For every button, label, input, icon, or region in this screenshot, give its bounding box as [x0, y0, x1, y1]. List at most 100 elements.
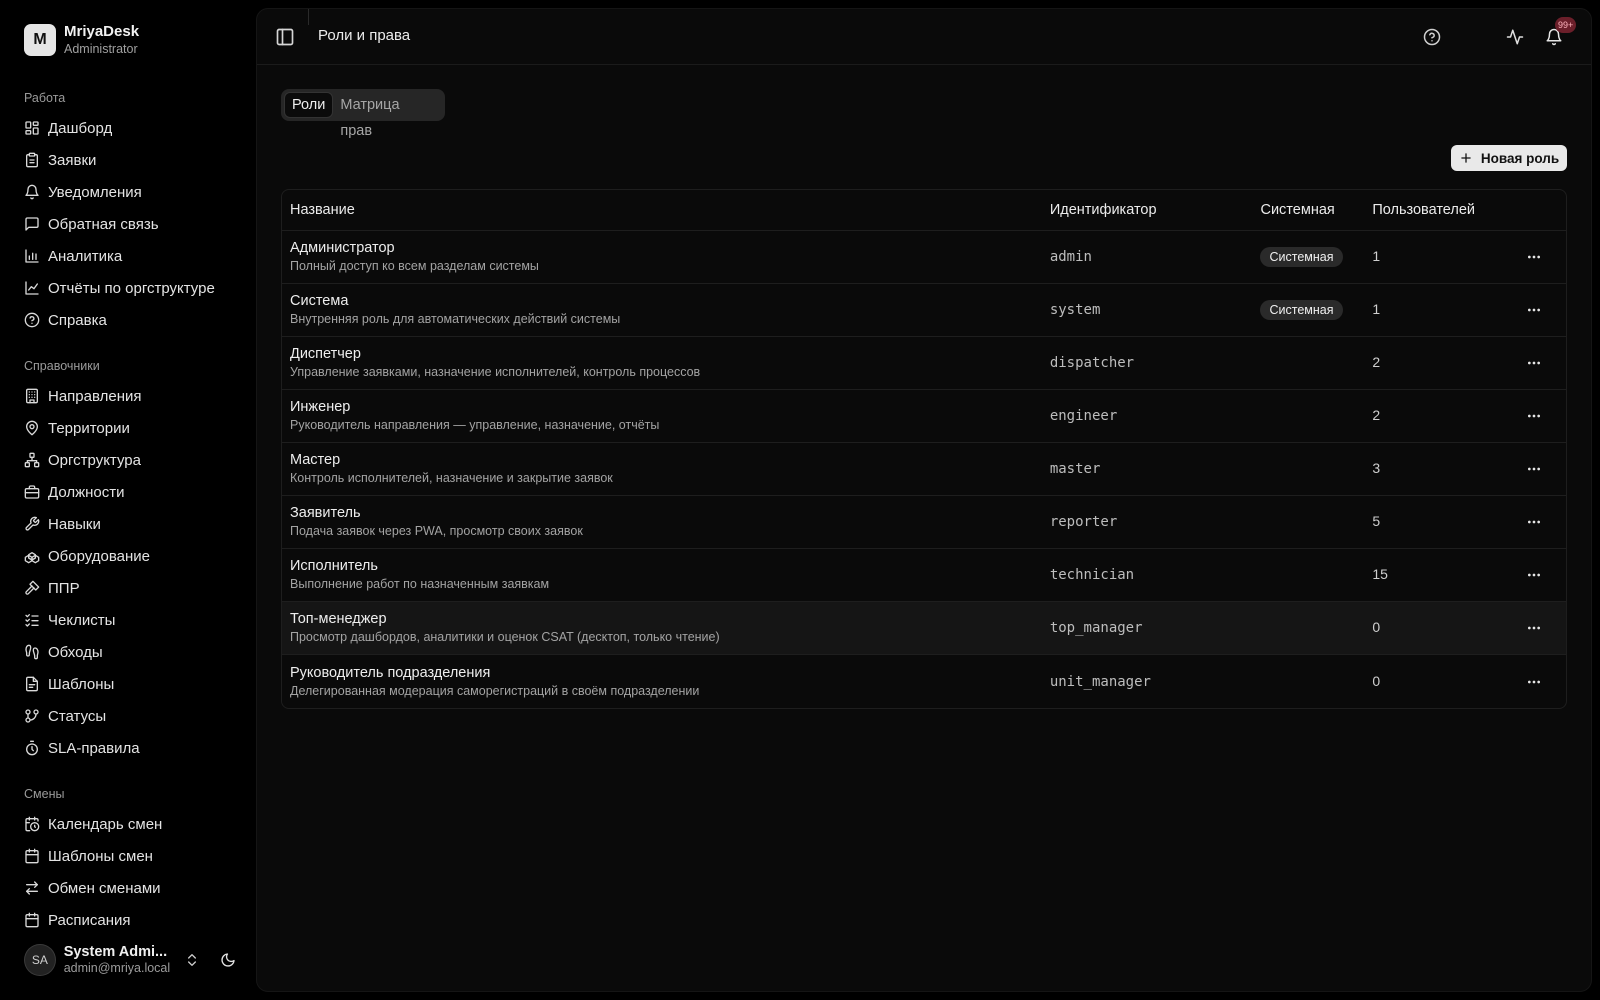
plus-icon: [1461, 153, 1471, 163]
sidebar-item-label: Должности: [48, 483, 125, 501]
table-row[interactable]: Диспетчер Управление заявками, назначение…: [282, 337, 1566, 390]
row-actions-button[interactable]: [1520, 561, 1548, 589]
sidebar-item-file-template[interactable]: Шаблоны: [0, 668, 256, 700]
swap-icon: [26, 881, 38, 895]
sidebar-item-label: Чеклисты: [48, 611, 116, 629]
role-users-cell: 1: [1372, 248, 1502, 266]
sidebar-item-git-branch[interactable]: Статусы: [0, 700, 256, 732]
message-icon: [25, 217, 39, 231]
table-row[interactable]: Инженер Руководитель направления — управл…: [282, 390, 1566, 443]
sidebar-item-line-chart[interactable]: Отчёты по оргструктуре: [0, 272, 256, 304]
sidebar-item-calendar-clock[interactable]: Календарь смен: [0, 808, 256, 840]
notifications-button[interactable]: 99+: [1542, 17, 1577, 49]
row-actions-button[interactable]: [1520, 668, 1548, 696]
role-identifier: engineer: [1049, 408, 1118, 424]
role-actions-cell: [1502, 455, 1566, 483]
role-users-cell: 0: [1372, 673, 1502, 691]
row-actions-button[interactable]: [1520, 455, 1548, 483]
role-identifier-cell: admin: [1050, 248, 1261, 266]
table-row[interactable]: Мастер Контроль исполнителей, назначение …: [282, 443, 1566, 496]
user-info: System Admi... admin@mriya.local: [64, 944, 175, 975]
panel-left-icon: [276, 28, 294, 46]
sidebar-item-cubes[interactable]: Оборудование: [0, 540, 256, 572]
sidebar-item-label: Статусы: [48, 707, 107, 725]
chevrons-up-down-icon: [188, 954, 197, 966]
row-actions-button[interactable]: [1520, 243, 1548, 271]
sidebar-item-label: Шаблоны смен: [48, 847, 153, 865]
row-actions-button[interactable]: [1520, 296, 1548, 324]
sidebar-item-map-pin[interactable]: Территории: [0, 412, 256, 444]
user-menu-toggle[interactable]: [181, 948, 205, 972]
column-header-system[interactable]: Системная: [1260, 202, 1372, 218]
column-header-name[interactable]: Название: [282, 202, 1050, 218]
role-identifier: reporter: [1049, 514, 1118, 530]
user-name: System Admi...: [63, 944, 168, 961]
table-row[interactable]: Администратор Полный доступ ко всем разде…: [282, 231, 1566, 284]
sidebar-item-checklist[interactable]: Чеклисты: [0, 604, 256, 636]
row-actions-button[interactable]: [1520, 508, 1548, 536]
sidebar-item-briefcase[interactable]: Должности: [0, 476, 256, 508]
role-users-cell: 3: [1372, 460, 1502, 478]
roles-table: Название Идентификатор Системная Пользов…: [281, 189, 1567, 709]
sidebar-item-hammer[interactable]: ППР: [0, 572, 256, 604]
table-row[interactable]: Руководитель подразделения Делегированная…: [282, 655, 1566, 708]
user-menu[interactable]: SA System Admi... admin@mriya.local: [24, 942, 240, 978]
network-icon: [24, 452, 40, 468]
sidebar-item-dashboard[interactable]: Дашборд: [0, 112, 256, 144]
role-users-count: 0: [1372, 672, 1381, 689]
more-horizontal-icon: [1528, 626, 1541, 630]
new-role-button[interactable]: Новая роль: [1451, 145, 1567, 171]
nav-group-title: Работа: [24, 91, 66, 105]
role-name-cell: Заявитель Подача заявок через PWA, просмо…: [282, 505, 1050, 539]
activity-button[interactable]: [1503, 25, 1527, 49]
table-row[interactable]: Топ-менеджер Просмотр дашбордов, аналитик…: [282, 602, 1566, 655]
role-name: Мастер: [290, 452, 341, 468]
sidebar-item-label: Шаблоны: [48, 675, 115, 693]
nav-group-gap: [0, 764, 256, 780]
column-header-identifier[interactable]: Идентификатор: [1050, 202, 1261, 218]
sidebar-item-message[interactable]: Обратная связь: [0, 208, 256, 240]
tab-permissions-matrix[interactable]: Матрица прав: [333, 92, 442, 139]
role-users-count: 5: [1372, 513, 1381, 529]
role-name-cell: Топ-менеджер Просмотр дашбордов, аналитик…: [282, 611, 1050, 645]
sidebar-item-building[interactable]: Направления: [0, 380, 256, 412]
row-actions-button[interactable]: [1520, 402, 1548, 430]
sidebar-item-clipboard[interactable]: Заявки: [0, 144, 256, 176]
sidebar-item-wrench[interactable]: Навыки: [0, 508, 256, 540]
table-row[interactable]: Заявитель Подача заявок через PWA, просмо…: [282, 496, 1566, 549]
table-row[interactable]: Исполнитель Выполнение работ по назначенн…: [282, 549, 1566, 602]
brand-text: MriyaDesk Administrator: [64, 23, 139, 56]
sidebar-item-bar-chart[interactable]: Аналитика: [0, 240, 256, 272]
sidebar-toggle-button[interactable]: [275, 27, 295, 47]
sidebar-item-swap[interactable]: Обмен сменами: [0, 872, 256, 904]
calendar-icon: [25, 912, 39, 928]
tab-roles[interactable]: Роли: [284, 92, 334, 118]
column-header-users[interactable]: Пользователей: [1372, 202, 1502, 218]
role-name: Исполнитель: [290, 558, 378, 574]
table-body: Администратор Полный доступ ко всем разде…: [282, 231, 1566, 708]
sidebar-item-calendar[interactable]: Расписания: [0, 904, 256, 930]
row-actions-button[interactable]: [1520, 614, 1548, 642]
theme-toggle-button[interactable]: [216, 948, 240, 972]
sidebar-item-help-circle[interactable]: Справка: [0, 304, 256, 336]
role-system-cell: Системная: [1260, 247, 1372, 267]
sidebar-item-network[interactable]: Оргструктура: [0, 444, 256, 476]
row-actions-button[interactable]: [1520, 349, 1548, 377]
role-actions-cell: [1502, 614, 1566, 642]
role-name-cell: Мастер Контроль исполнителей, назначение …: [282, 452, 1050, 486]
help-button[interactable]: [1420, 25, 1444, 49]
more-horizontal-icon: [1528, 255, 1541, 259]
briefcase-icon: [24, 485, 40, 499]
hammer-icon: [25, 580, 40, 595]
table-row[interactable]: Система Внутренняя роль для автоматически…: [282, 284, 1566, 337]
sidebar-item-footprints[interactable]: Обходы: [0, 636, 256, 668]
role-users-cell: 0: [1372, 619, 1502, 637]
role-description: Делегированная модерация саморегистраций…: [290, 683, 700, 698]
sidebar-item-bell[interactable]: Уведомления: [0, 176, 256, 208]
role-users-count: 0: [1372, 619, 1381, 635]
brand[interactable]: M MriyaDesk Administrator: [24, 23, 139, 57]
brand-role: Administrator: [64, 41, 138, 56]
role-identifier: dispatcher: [1049, 355, 1135, 371]
sidebar-item-calendar[interactable]: Шаблоны смен: [0, 840, 256, 872]
sidebar-item-timer[interactable]: SLA-правила: [0, 732, 256, 764]
